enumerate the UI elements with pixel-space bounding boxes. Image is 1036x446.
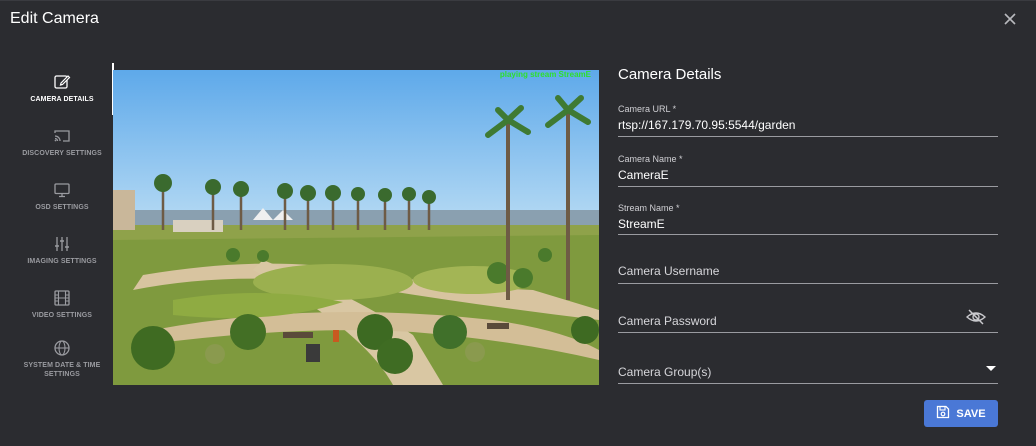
sidebar-item-imaging-settings[interactable]: IMAGING SETTINGS — [12, 235, 112, 266]
stream-name-label: Stream Name * — [618, 203, 680, 213]
sidebar-item-video-settings[interactable]: VIDEO SETTINGS — [12, 289, 112, 320]
sidebar-item-label: IMAGING SETTINGS — [27, 258, 97, 265]
sidebar-item-osd-settings[interactable]: OSD SETTINGS — [12, 181, 112, 212]
stream-status-overlay: playing stream StreamE — [499, 70, 591, 79]
edit-camera-dialog: Edit Camera CAMERA DETAILS DISCOVERY SET… — [0, 0, 1036, 446]
close-icon[interactable] — [1002, 11, 1018, 27]
sidebar-item-label: CAMERA DETAILS — [30, 96, 94, 103]
eye-off-icon[interactable] — [965, 309, 987, 330]
sidebar-item-discovery-settings[interactable]: DISCOVERY SETTINGS — [12, 127, 112, 158]
camera-url-field[interactable]: Camera URL * rtsp://167.179.70.95:5544/g… — [618, 104, 998, 137]
film-icon — [12, 289, 112, 307]
camera-url-value[interactable]: rtsp://167.179.70.95:5544/garden — [618, 118, 998, 132]
camera-name-value[interactable]: CameraE — [618, 168, 998, 182]
sidebar-item-camera-details[interactable]: CAMERA DETAILS — [12, 73, 112, 104]
sidebar-item-label: VIDEO SETTINGS — [31, 312, 93, 319]
camera-password-field[interactable]: Camera Password — [618, 309, 998, 333]
sidebar-item-label: DISCOVERY SETTINGS — [22, 150, 102, 157]
dropdown-arrow-icon[interactable] — [986, 359, 996, 377]
camera-preview: playing stream StreamE — [113, 70, 599, 385]
camera-group-select[interactable]: Camera Group(s) — [618, 365, 998, 384]
camera-username-placeholder: Camera Username — [618, 264, 720, 278]
save-icon — [936, 405, 950, 422]
camera-url-label: Camera URL * — [618, 104, 677, 114]
edit-icon — [12, 73, 112, 91]
sliders-icon — [12, 235, 112, 253]
save-button[interactable]: SAVE — [924, 400, 998, 427]
save-button-label: SAVE — [956, 407, 986, 420]
cast-icon — [12, 127, 112, 145]
camera-group-placeholder: Camera Group(s) — [618, 365, 712, 379]
garden-scene-image — [113, 70, 599, 385]
dialog-title: Edit Camera — [10, 10, 99, 27]
sidebar-item-label: OSD SETTINGS — [35, 204, 89, 211]
sidebar-item-label: SYSTEM DATE & TIME SETTINGS — [23, 362, 101, 378]
camera-name-label: Camera Name * — [618, 154, 683, 164]
form-title: Camera Details — [618, 66, 722, 83]
monitor-icon — [12, 181, 112, 199]
camera-password-placeholder: Camera Password — [618, 314, 717, 328]
camera-username-field[interactable]: Camera Username — [618, 264, 998, 284]
globe-icon — [12, 339, 112, 357]
sidebar-item-system-date-time[interactable]: SYSTEM DATE & TIME SETTINGS — [12, 339, 112, 379]
stream-name-value[interactable]: StreamE — [618, 217, 998, 231]
camera-name-field[interactable]: Camera Name * CameraE — [618, 154, 998, 187]
stream-name-field[interactable]: Stream Name * StreamE — [618, 203, 998, 235]
